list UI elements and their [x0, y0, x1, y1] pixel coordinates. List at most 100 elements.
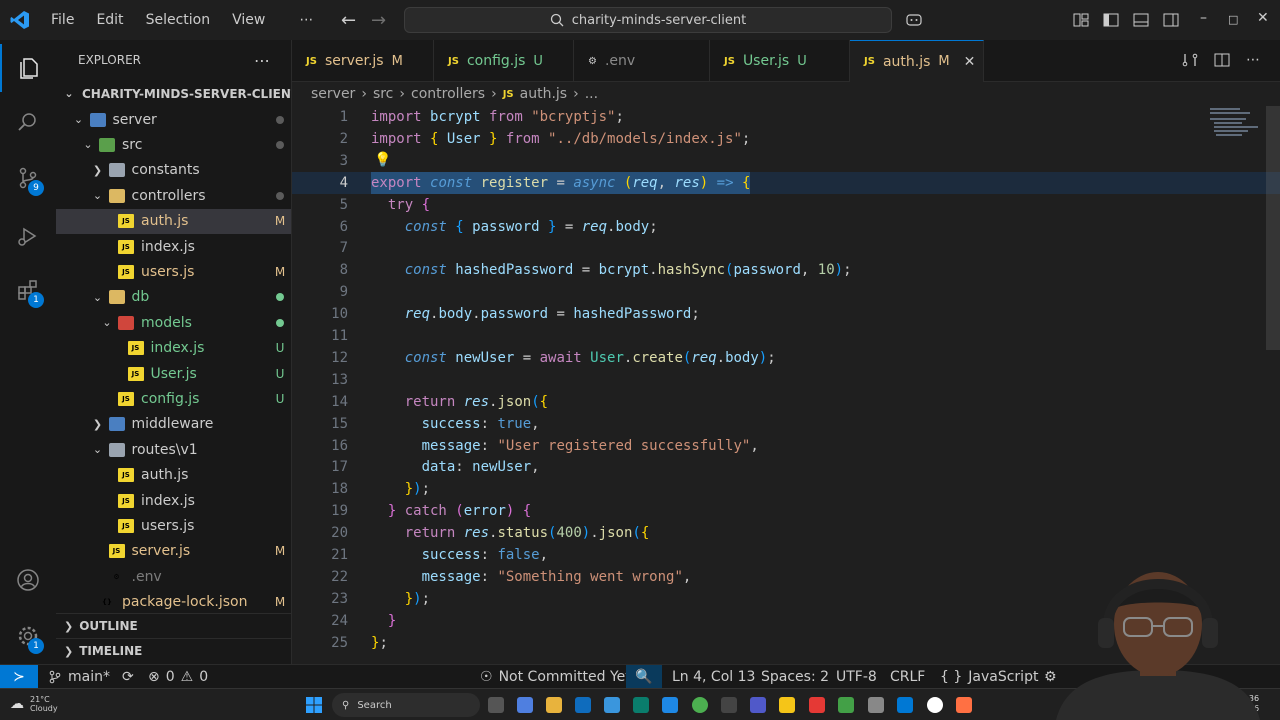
folder-item[interactable]: ❯ constants: [56, 158, 291, 183]
taskbar-search[interactable]: ⚲ Search: [332, 693, 480, 717]
file-item[interactable]: JS index.js: [56, 488, 291, 513]
file-item[interactable]: ⚙ .env: [56, 564, 291, 589]
breadcrumb-item[interactable]: auth.js: [520, 86, 567, 102]
toggle-secondary-sidebar-icon[interactable]: [1163, 12, 1179, 28]
menu-item[interactable]: Edit: [85, 0, 134, 40]
indentation[interactable]: Spaces: 2: [761, 665, 829, 689]
outline-section[interactable]: ❯ OUTLINE: [56, 613, 291, 638]
file-item[interactable]: JS config.js U: [56, 386, 291, 411]
tab-auth-js[interactable]: JS auth.js M ✕: [850, 40, 984, 82]
minimize-icon[interactable]: –: [1200, 10, 1207, 26]
code-line: 6 const { password } = req.body;: [292, 216, 1280, 238]
app-icon[interactable]: [927, 697, 943, 713]
remote-indicator-icon[interactable]: ≻: [0, 665, 38, 689]
timeline-section[interactable]: ❯ TIMELINE: [56, 638, 291, 663]
app-icon[interactable]: [838, 697, 854, 713]
close-window-icon[interactable]: ✕: [1257, 10, 1269, 26]
git-blame-indicator[interactable]: ☉ Not Committed Yet: [480, 665, 631, 689]
more-actions-icon[interactable]: ⋯: [254, 51, 271, 70]
problems-indicator[interactable]: ⊗ 0 ⚠ 0: [148, 665, 208, 689]
encoding[interactable]: UTF-8: [836, 665, 877, 689]
menu-overflow-icon[interactable]: ⋯: [288, 0, 324, 40]
folder-item[interactable]: ⌄ server: [56, 107, 291, 132]
store-icon[interactable]: [604, 697, 620, 713]
file-item[interactable]: JS users.js M: [56, 259, 291, 284]
app-icon[interactable]: [809, 697, 825, 713]
js-file-icon: JS: [502, 88, 514, 100]
close-tab-icon[interactable]: ✕: [964, 54, 976, 70]
file-item[interactable]: JS users.js: [56, 513, 291, 538]
app-icon[interactable]: [868, 697, 884, 713]
split-editor-icon[interactable]: [1214, 52, 1230, 68]
app-icon[interactable]: [662, 697, 678, 713]
extensions-icon[interactable]: 1: [0, 266, 56, 314]
menu-item[interactable]: Selection: [135, 0, 222, 40]
branch-indicator[interactable]: main* ⟳: [48, 665, 134, 689]
edge-icon[interactable]: [575, 697, 591, 713]
workspace-root[interactable]: ⌄ CHARITY-MINDS-SERVER-CLIENT: [56, 81, 291, 106]
app-icon[interactable]: [633, 697, 649, 713]
accounts-icon[interactable]: [0, 556, 56, 604]
command-center-search[interactable]: charity-minds-server-client: [404, 7, 892, 33]
cloud-icon: ☁: [10, 696, 24, 712]
toggle-panel-icon[interactable]: [1133, 12, 1149, 28]
tab-config-js[interactable]: JS config.js U: [434, 40, 574, 82]
folder-item[interactable]: ❯ middleware: [56, 412, 291, 437]
maximize-icon[interactable]: □: [1228, 13, 1238, 26]
app-icon[interactable]: [779, 697, 795, 713]
tab--env[interactable]: ⚙ .env: [574, 40, 710, 82]
file-item[interactable]: JS auth.js M: [56, 208, 291, 234]
file-item[interactable]: JS index.js U: [56, 336, 291, 361]
folder-item[interactable]: ⌄ routes\v1: [56, 437, 291, 462]
sync-icon[interactable]: ⟳: [122, 669, 134, 685]
language-mode[interactable]: { } JavaScript: [940, 665, 1038, 689]
compare-changes-icon[interactable]: [1182, 52, 1198, 68]
manage-gear-icon[interactable]: 1: [0, 612, 56, 660]
file-item[interactable]: JS User.js U: [56, 361, 291, 386]
run-debug-icon[interactable]: [0, 212, 56, 260]
file-item[interactable]: JS server.js M: [56, 539, 291, 564]
folder-item[interactable]: ⌄ src: [56, 132, 291, 157]
teams-icon[interactable]: [750, 697, 766, 713]
terminal-icon[interactable]: [721, 697, 737, 713]
copilot-app-icon[interactable]: [517, 697, 533, 713]
app-icon[interactable]: [956, 697, 972, 713]
breadcrumb-item[interactable]: ...: [585, 86, 598, 102]
tab-user-js[interactable]: JS User.js U: [710, 40, 850, 82]
folder-item[interactable]: ⌄ models: [56, 310, 291, 335]
task-view-icon[interactable]: [488, 697, 504, 713]
folder-item[interactable]: ⌄ controllers: [56, 183, 291, 208]
lightbulb-icon[interactable]: 💡: [374, 152, 391, 168]
forward-arrow-icon[interactable]: →: [371, 10, 386, 31]
vscode-taskbar-icon[interactable]: [897, 697, 913, 713]
tab-server-js[interactable]: JS server.js M: [292, 40, 434, 82]
file-item[interactable]: JS auth.js: [56, 463, 291, 488]
copilot-icon[interactable]: [906, 12, 922, 28]
explorer-icon[interactable]: [0, 44, 56, 92]
zoom-search-icon[interactable]: 🔍: [626, 665, 662, 689]
more-actions-icon[interactable]: ⋯: [1246, 52, 1260, 68]
chrome-icon[interactable]: [692, 697, 708, 713]
breadcrumb-item[interactable]: server: [311, 86, 355, 102]
file-explorer-icon[interactable]: [546, 697, 562, 713]
menu-item[interactable]: View: [221, 0, 276, 40]
minimap[interactable]: [1206, 106, 1266, 146]
file-item[interactable]: {} package-lock.json M: [56, 590, 291, 615]
breadcrumb-item[interactable]: controllers: [411, 86, 485, 102]
search-view-icon[interactable]: [0, 98, 56, 146]
file-item[interactable]: JS index.js: [56, 234, 291, 259]
cursor-position[interactable]: Ln 4, Col 13: [672, 665, 755, 689]
source-control-icon[interactable]: 9: [0, 154, 56, 202]
windows-start-icon[interactable]: [306, 697, 322, 713]
customize-layout-icon[interactable]: [1073, 12, 1089, 28]
back-arrow-icon[interactable]: ←: [341, 10, 356, 31]
end-of-line[interactable]: CRLF: [890, 665, 925, 689]
folder-item[interactable]: ⌄ db: [56, 285, 291, 310]
code-line: 11: [292, 325, 1280, 347]
weather-widget[interactable]: ☁ 21°C Cloudy: [10, 695, 58, 713]
editor-scrollbar[interactable]: [1266, 106, 1280, 350]
menu-item[interactable]: File: [40, 0, 85, 40]
toggle-primary-sidebar-icon[interactable]: [1103, 12, 1119, 28]
code-token: message: [421, 568, 481, 585]
breadcrumb-item[interactable]: src: [373, 86, 393, 102]
